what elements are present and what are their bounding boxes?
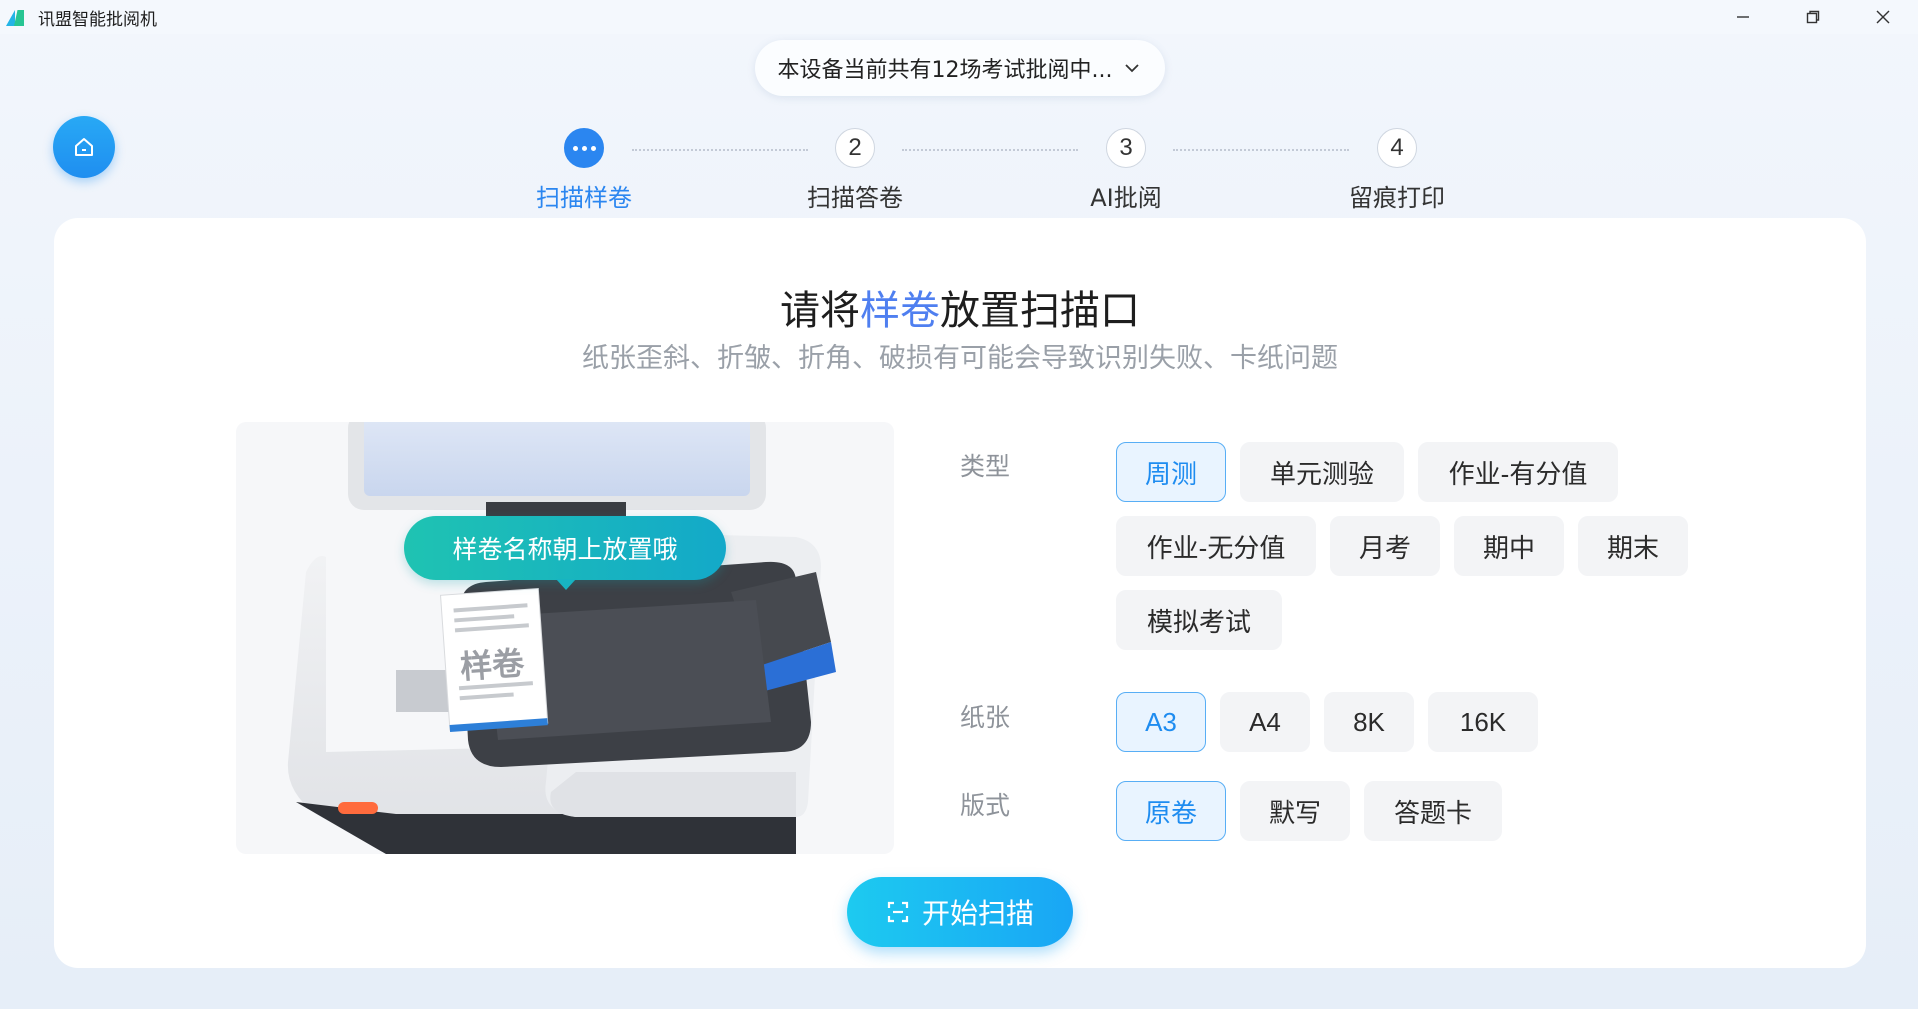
chip-label: A4 xyxy=(1249,706,1281,737)
format-label: 版式 xyxy=(960,791,1011,820)
step-print[interactable]: 4 留痕打印 xyxy=(1327,128,1467,213)
chip-label: 期末 xyxy=(1606,532,1659,563)
chip-label: 单元测验 xyxy=(1269,458,1374,489)
chip-label: 月考 xyxy=(1358,532,1411,563)
more-dots-icon xyxy=(572,145,596,151)
chip-label: A3 xyxy=(1145,706,1177,737)
step-label: 扫描答卷 xyxy=(807,184,903,212)
type-chip-homework-scored[interactable]: 作业-有分值 xyxy=(1418,442,1618,502)
chip-label: 模拟考试 xyxy=(1146,606,1251,637)
type-label: 类型 xyxy=(960,452,1011,481)
title-post: 放置扫描口 xyxy=(940,288,1140,334)
paper-chip-16k[interactable]: 16K xyxy=(1428,692,1538,752)
step-number: 3 xyxy=(1106,128,1146,168)
chip-label: 答题卡 xyxy=(1393,797,1472,828)
paper-chip-8k[interactable]: 8K xyxy=(1324,692,1414,752)
scanner-image xyxy=(287,422,836,854)
type-chip-weekly[interactable]: 周测 xyxy=(1116,442,1226,502)
tip-bubble: 样卷名称朝上放置哦 xyxy=(404,516,726,590)
step-label: 留痕打印 xyxy=(1349,184,1445,212)
minimize-button[interactable] xyxy=(1708,0,1778,34)
chip-label: 作业-无分值 xyxy=(1146,532,1286,563)
page-title: 请将样卷放置扫描口 xyxy=(54,278,1866,336)
restore-icon xyxy=(1806,10,1820,24)
type-chip-homework-unscored[interactable]: 作业-无分值 xyxy=(1116,516,1316,576)
step-scan-sample[interactable]: 扫描样卷 xyxy=(514,128,654,213)
start-scan-button[interactable]: 开始扫描 xyxy=(847,877,1073,947)
step-scan-answers[interactable]: 2 扫描答卷 xyxy=(785,128,925,213)
main-card: 请将样卷放置扫描口 纸张歪斜、折皱、折角、破损有可能会导致识别失败、卡纸问题 样… xyxy=(54,218,1866,968)
exam-selector-text: 本设备当前共有12场考试批阅中... xyxy=(777,58,1113,83)
step-connector xyxy=(902,149,1078,151)
type-chip-mock-exam[interactable]: 模拟考试 xyxy=(1116,590,1282,650)
title-bar: 讯盟智能批阅机 xyxy=(0,0,1918,34)
chip-label: 16K xyxy=(1459,706,1507,737)
close-button[interactable] xyxy=(1848,0,1918,34)
format-chip-original[interactable]: 原卷 xyxy=(1116,781,1226,841)
chip-label: 周测 xyxy=(1144,458,1197,489)
chip-label: 原卷 xyxy=(1144,797,1197,828)
step-connector xyxy=(1173,149,1349,151)
chip-label: 默写 xyxy=(1268,797,1321,828)
exam-selector[interactable]: 本设备当前共有12场考试批阅中... xyxy=(755,40,1165,96)
type-chip-unit-test[interactable]: 单元测验 xyxy=(1240,442,1404,502)
restore-button[interactable] xyxy=(1778,0,1848,34)
step-active-indicator xyxy=(564,128,604,168)
chip-label: 作业-有分值 xyxy=(1448,458,1588,489)
stepper: 扫描样卷 2 扫描答卷 3 AI批阅 4 留痕打印 xyxy=(0,128,1918,212)
close-icon xyxy=(1876,10,1890,24)
type-chip-monthly[interactable]: 月考 xyxy=(1330,516,1440,576)
minimize-icon xyxy=(1737,16,1749,18)
chip-label: 期中 xyxy=(1482,532,1535,563)
chip-label: 8K xyxy=(1353,706,1385,737)
type-chip-midterm[interactable]: 期中 xyxy=(1454,516,1564,576)
step-ai-review[interactable]: 3 AI批阅 xyxy=(1056,128,1196,213)
app-logo xyxy=(6,8,28,26)
paper-chip-a4[interactable]: A4 xyxy=(1220,692,1310,752)
chevron-down-icon xyxy=(1125,64,1140,73)
step-number: 4 xyxy=(1377,128,1417,168)
scan-icon xyxy=(887,901,909,923)
window-controls xyxy=(1708,0,1918,34)
title-pre: 请将 xyxy=(780,288,860,334)
page-subtitle: 纸张歪斜、折皱、折角、破损有可能会导致识别失败、卡纸问题 xyxy=(582,343,1338,374)
scanner-illustration: 样卷 xyxy=(236,422,894,854)
title-highlight: 样卷 xyxy=(860,288,940,334)
paper-label: 样卷 xyxy=(458,643,526,687)
step-connector xyxy=(632,149,808,151)
paper-chip-a3[interactable]: A3 xyxy=(1116,692,1206,752)
format-chip-answer-sheet[interactable]: 答题卡 xyxy=(1364,781,1502,841)
start-scan-label: 开始扫描 xyxy=(921,897,1034,930)
type-chip-final[interactable]: 期末 xyxy=(1578,516,1688,576)
app-title: 讯盟智能批阅机 xyxy=(38,9,157,30)
step-number: 2 xyxy=(835,128,875,168)
format-chip-dictation[interactable]: 默写 xyxy=(1240,781,1350,841)
paper-label-title: 纸张 xyxy=(960,703,1011,732)
step-label: 扫描样卷 xyxy=(536,184,632,212)
step-label: AI批阅 xyxy=(1090,184,1162,212)
